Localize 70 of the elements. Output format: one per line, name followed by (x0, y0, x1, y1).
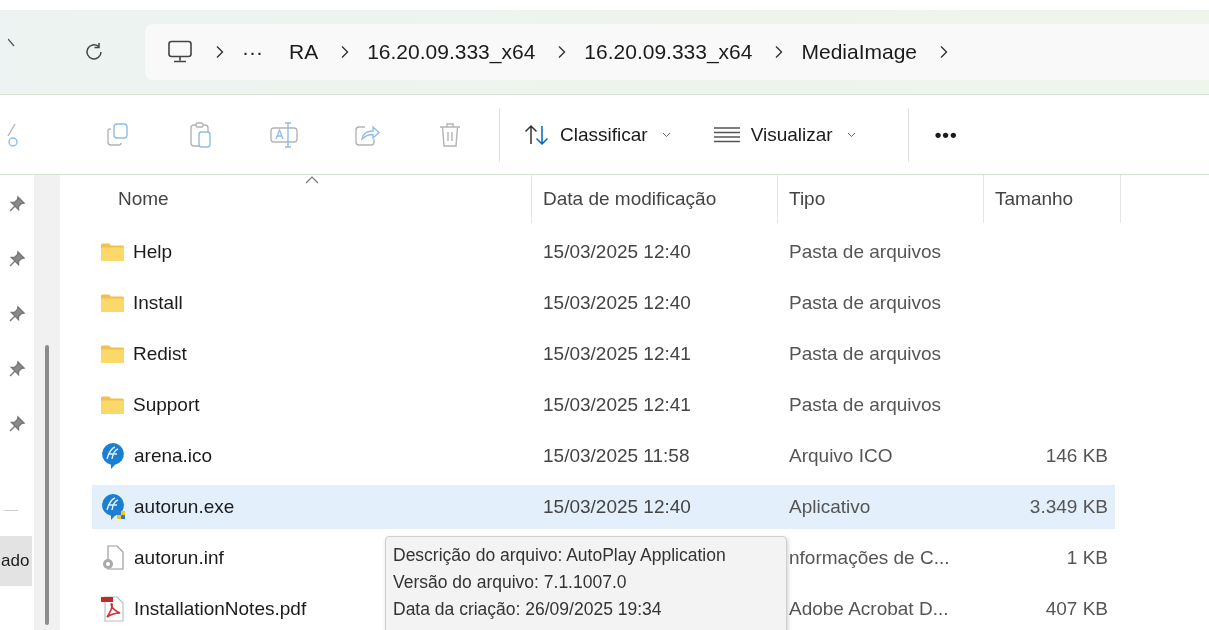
breadcrumb-item[interactable]: 16.20.09.333_x64 (584, 40, 753, 64)
chevron-icon (774, 45, 785, 59)
app-logo-icon (100, 442, 126, 470)
file-type: Pasta de arquivos (789, 241, 942, 262)
pin-icon[interactable] (8, 305, 26, 323)
folder-icon (100, 395, 125, 415)
file-size: 1 KB (1066, 547, 1108, 568)
chevron-icon[interactable] (939, 45, 950, 59)
computer-icon[interactable] (167, 40, 193, 64)
pin-icon[interactable] (8, 250, 26, 268)
modified-date: 15/03/2025 12:40 (543, 241, 691, 262)
file-type: Aplicativo (789, 496, 871, 517)
file-name: Support (133, 394, 200, 416)
file-type: Arquivo ICO (789, 445, 893, 466)
caret-icon (846, 131, 856, 138)
breadcrumb-overflow[interactable]: ··· (242, 40, 263, 64)
breadcrumb-item[interactable]: RA (289, 40, 319, 64)
file-size: 407 KB (1045, 598, 1108, 619)
file-name: InstallationNotes.pdf (134, 598, 307, 620)
modified-date: 15/03/2025 12:40 (543, 292, 691, 313)
pdf-file-icon (100, 595, 126, 623)
sort-caret-icon (304, 176, 319, 184)
chevron-icon (340, 45, 351, 59)
gear-file-icon (100, 544, 126, 572)
modified-date: 15/03/2025 11:58 (543, 445, 690, 466)
app-shield-icon (100, 493, 126, 521)
refresh-icon[interactable] (83, 41, 105, 63)
selected-row[interactable]: autorun.exe 15/03/2025 12:40 Aplicativo 3.349 KB (92, 485, 1115, 529)
scrollbar[interactable] (34, 175, 60, 630)
pin-icon[interactable] (8, 415, 26, 433)
view-button[interactable]: Visualizar (704, 117, 864, 152)
breadcrumb-item[interactable]: MediaImage (801, 40, 918, 64)
pin-icon[interactable] (8, 360, 26, 378)
file-size: 146 KB (1045, 445, 1108, 466)
file-name: autorun.inf (134, 547, 224, 569)
file-type: nformações de C... (789, 547, 950, 568)
modified-date: 15/03/2025 12:41 (543, 343, 691, 364)
breadcrumb-item[interactable]: 16.20.09.333_x64 (367, 40, 536, 64)
file-name: Help (133, 241, 173, 263)
tooltip-line: Descrição do arquivo: AutoPlay Application (393, 544, 727, 567)
address-bar[interactable]: ··· RA 16.20.09.333_x64 16.20.09.333_x64 MediaImage (145, 24, 1209, 80)
file-name: arena.ico (134, 445, 213, 467)
file-name: Redist (133, 343, 187, 365)
sort-arrows-icon (524, 123, 550, 146)
file-size: 3.349 KB (1029, 496, 1108, 517)
folder-icon (100, 344, 125, 364)
modified-date: 15/03/2025 12:40 (543, 496, 691, 517)
modified-date: 15/03/2025 12:41 (543, 394, 691, 415)
pin-icon[interactable] (8, 195, 26, 213)
tooltip-line: Data da criação: 26/09/2025 19:34 (393, 598, 663, 621)
chevron-icon (557, 45, 568, 59)
file-name: Install (133, 292, 183, 314)
file-type: Pasta de arquivos (789, 343, 942, 364)
tooltip-line: Versão do arquivo: 7.1.1007.0 (393, 571, 628, 594)
folder-icon (100, 293, 125, 313)
list-lines-icon (712, 125, 741, 144)
column-header[interactable]: Tamanho (984, 175, 1121, 223)
chevron-icon (215, 45, 225, 59)
file-type: Adobe Acrobat D... (789, 598, 949, 619)
column-header[interactable]: Tipo (778, 175, 984, 223)
folder-icon (100, 242, 125, 262)
file-name: autorun.exe (134, 496, 235, 518)
column-header[interactable]: Data de modificação (532, 175, 778, 223)
sort-button[interactable]: Classificar (516, 117, 679, 152)
sidebar-item[interactable]: ado (0, 536, 32, 586)
file-type: Pasta de arquivos (789, 292, 942, 313)
caret-icon (661, 131, 671, 138)
file-type: Pasta de arquivos (789, 394, 942, 415)
more-options-button[interactable]: ••• (924, 117, 968, 152)
column-header[interactable]: Nome (92, 175, 532, 223)
